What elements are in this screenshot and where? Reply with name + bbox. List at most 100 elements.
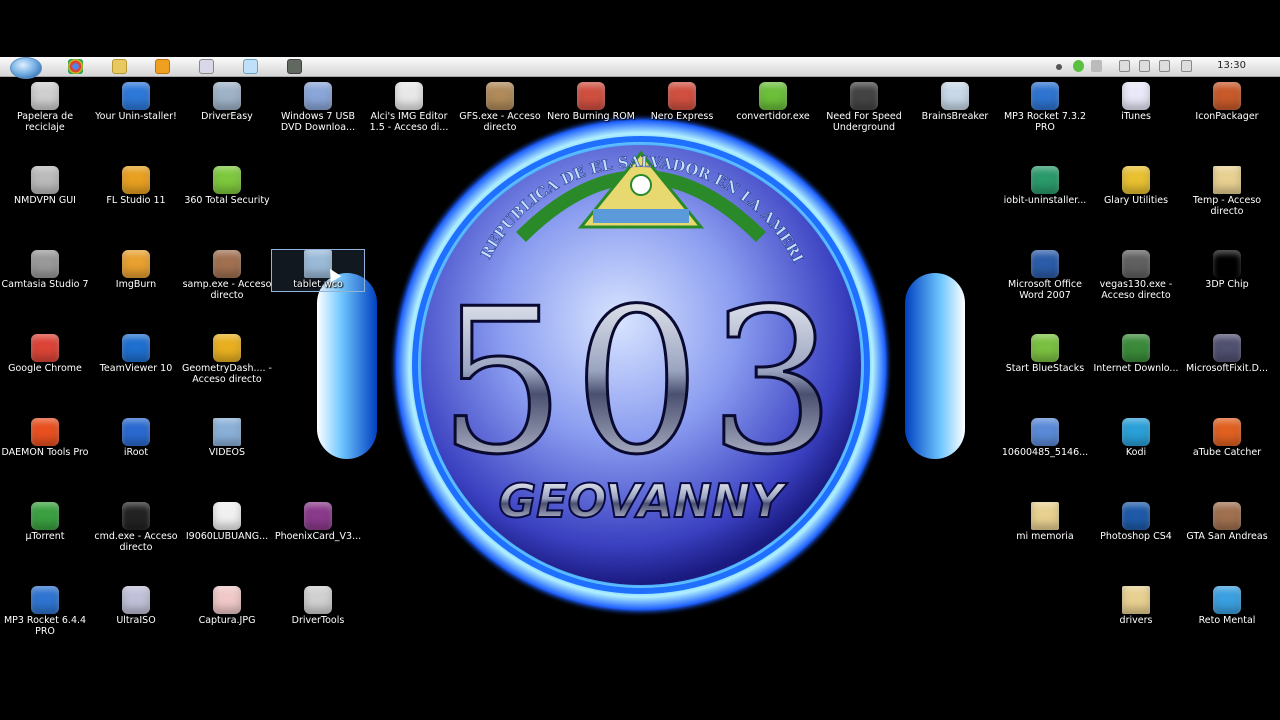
jpg-file-icon bbox=[213, 586, 241, 614]
media-icon[interactable] bbox=[155, 59, 170, 74]
desktop-shortcut-label: Internet Downlo... bbox=[1093, 363, 1179, 374]
temp-folder-icon bbox=[1213, 166, 1241, 194]
network-tool-icon[interactable] bbox=[287, 59, 302, 74]
videos-folder-icon bbox=[213, 418, 241, 446]
desktop-shortcut-label: Your Unin-staller! bbox=[95, 111, 177, 122]
iroot-icon bbox=[122, 418, 150, 446]
desktop-shortcut-label: Microsoft Office Word 2007 bbox=[1008, 279, 1082, 301]
desktop-shortcut[interactable]: µTorrent bbox=[0, 502, 91, 543]
desktop-shortcut[interactable]: vegas130.exe - Acceso directo bbox=[1090, 250, 1182, 301]
teamviewer-icon bbox=[122, 334, 150, 362]
security-icon bbox=[213, 166, 241, 194]
desktop-shortcut[interactable]: DriverTools bbox=[272, 586, 364, 627]
desktop-shortcut[interactable]: BrainsBreaker bbox=[909, 82, 1001, 123]
desktop-shortcut-label: Photoshop CS4 bbox=[1100, 531, 1172, 542]
desktop-shortcut[interactable]: cmd.exe - Acceso directo bbox=[90, 502, 182, 553]
recycle-bin-icon bbox=[31, 82, 59, 110]
tray-expand-icon[interactable] bbox=[1056, 64, 1062, 70]
tray-doc-icon[interactable] bbox=[1139, 60, 1150, 72]
desktop-shortcut[interactable]: Microsoft Office Word 2007 bbox=[999, 250, 1091, 301]
notepad-icon[interactable] bbox=[199, 59, 214, 74]
camtasia-icon bbox=[31, 250, 59, 278]
desktop-shortcut[interactable]: FL Studio 11 bbox=[90, 166, 182, 207]
imgburn-icon bbox=[122, 250, 150, 278]
desktop-shortcut[interactable]: Papelera de reciclaje bbox=[0, 82, 91, 133]
desktop-shortcut[interactable]: ImgBurn bbox=[90, 250, 182, 291]
desktop-shortcut[interactable]: aTube Catcher bbox=[1181, 418, 1273, 459]
volume-icon[interactable] bbox=[1091, 60, 1102, 72]
desktop-shortcut-label: Windows 7 USB DVD Downloa... bbox=[280, 111, 356, 133]
desktop-shortcut[interactable]: I9060LUBUANG... bbox=[181, 502, 273, 543]
desktop-shortcut[interactable]: Camtasia Studio 7 bbox=[0, 250, 91, 291]
desktop-shortcut[interactable]: drivers bbox=[1090, 586, 1182, 627]
desktop-shortcut[interactable]: Reto Mental bbox=[1181, 586, 1273, 627]
desktop-shortcut[interactable]: tablet wco bbox=[271, 249, 365, 292]
desktop-shortcut-label: Kodi bbox=[1125, 447, 1147, 458]
desktop-shortcut[interactable]: UltraISO bbox=[90, 586, 182, 627]
desktop-shortcut[interactable]: Kodi bbox=[1090, 418, 1182, 459]
desktop-shortcut[interactable]: DriverEasy bbox=[181, 82, 273, 123]
desktop-shortcut[interactable]: iobit-uninstaller... bbox=[999, 166, 1091, 207]
tray-network-icon[interactable] bbox=[1181, 60, 1192, 72]
desktop-shortcut[interactable]: GeometryDash.... - Acceso directo bbox=[181, 334, 273, 385]
desktop-shortcut[interactable]: mi memoria bbox=[999, 502, 1091, 543]
tray-update-icon[interactable] bbox=[1073, 60, 1084, 72]
desktop-shortcut[interactable]: NMDVPN GUI bbox=[0, 166, 91, 207]
desktop-shortcut[interactable]: GFS.exe - Acceso directo bbox=[454, 82, 546, 133]
desktop-shortcut[interactable]: VIDEOS bbox=[181, 418, 273, 459]
desktop-shortcut[interactable]: Temp - Acceso directo bbox=[1181, 166, 1273, 217]
desktop-shortcut[interactable]: Windows 7 USB DVD Downloa... bbox=[272, 82, 364, 133]
desktop-shortcut[interactable]: samp.exe - Acceso directo bbox=[181, 250, 273, 301]
desktop-shortcut[interactable]: PhoenixCard_V3... bbox=[272, 502, 364, 543]
desktop-shortcut[interactable]: Alci's IMG Editor 1.5 - Acceso di... bbox=[363, 82, 455, 133]
word-icon bbox=[1031, 250, 1059, 278]
img-editor-icon bbox=[395, 82, 423, 110]
desktop-shortcut-label: aTube Catcher bbox=[1192, 447, 1262, 458]
desktop-shortcut[interactable]: 3DP Chip bbox=[1181, 250, 1273, 291]
desktop-shortcut[interactable]: TeamViewer 10 bbox=[90, 334, 182, 375]
desktop-shortcut-label: iobit-uninstaller... bbox=[1003, 195, 1087, 206]
desktop-shortcut[interactable]: iTunes bbox=[1090, 82, 1182, 123]
desktop-shortcut[interactable]: DAEMON Tools Pro bbox=[0, 418, 91, 459]
desktop-shortcut[interactable]: Nero Burning ROM bbox=[545, 82, 637, 123]
desktop-shortcut[interactable]: MP3 Rocket 6.4.4 PRO bbox=[0, 586, 91, 637]
desktop-shortcut-label: VIDEOS bbox=[208, 447, 246, 458]
desktop-shortcut-label: cmd.exe - Acceso directo bbox=[94, 531, 178, 553]
desktop-shortcut[interactable]: Glary Utilities bbox=[1090, 166, 1182, 207]
bluestacks-icon bbox=[1031, 334, 1059, 362]
tray-window-icon[interactable] bbox=[1119, 60, 1130, 72]
desktop-shortcut[interactable]: Nero Express bbox=[636, 82, 728, 123]
desktop-shortcut[interactable]: convertidor.exe bbox=[727, 82, 819, 123]
desktop-shortcut[interactable]: Need For Speed Underground bbox=[818, 82, 910, 133]
desktop-shortcut[interactable]: IconPackager bbox=[1181, 82, 1273, 123]
wallpaper-art: REPUBLICA DE EL SALVADOR EN LA AMERICA C… bbox=[281, 77, 965, 617]
desktop-shortcut-label: BrainsBreaker bbox=[921, 111, 989, 122]
desktop-shortcut-label: Reto Mental bbox=[1198, 615, 1256, 626]
rocket-icon bbox=[1031, 82, 1059, 110]
desktop-shortcut[interactable]: iRoot bbox=[90, 418, 182, 459]
tray-copy-icon[interactable] bbox=[1159, 60, 1170, 72]
desktop-shortcut-label: iTunes bbox=[1121, 111, 1151, 122]
start-orb-icon[interactable] bbox=[10, 57, 42, 79]
left-speaker-lobe bbox=[317, 273, 377, 459]
desktop-shortcut[interactable]: Start BlueStacks bbox=[999, 334, 1091, 375]
folder-icon[interactable] bbox=[243, 59, 258, 74]
desktop-shortcut[interactable]: Internet Downlo... bbox=[1090, 334, 1182, 375]
desktop-shortcut[interactable]: Your Unin-staller! bbox=[90, 82, 182, 123]
desktop-shortcut[interactable]: MicrosoftFixit.D... bbox=[1181, 334, 1273, 375]
clock[interactable]: 13:30 bbox=[1217, 60, 1246, 71]
explorer-icon[interactable] bbox=[112, 59, 127, 74]
desktop-shortcut[interactable]: Google Chrome bbox=[0, 334, 91, 375]
desktop-shortcut-label: Captura.JPG bbox=[198, 615, 256, 626]
desktop-shortcut-label: vegas130.exe - Acceso directo bbox=[1099, 279, 1173, 301]
desktop-shortcut[interactable]: Captura.JPG bbox=[181, 586, 273, 627]
vpn-icon bbox=[31, 166, 59, 194]
chrome-icon[interactable] bbox=[68, 59, 83, 74]
geometrydash-icon bbox=[213, 334, 241, 362]
desktop-shortcut-label: convertidor.exe bbox=[736, 111, 810, 122]
desktop-shortcut[interactable]: Photoshop CS4 bbox=[1090, 502, 1182, 543]
desktop-shortcut[interactable]: 360 Total Security bbox=[181, 166, 273, 207]
desktop-shortcut[interactable]: GTA San Andreas bbox=[1181, 502, 1273, 543]
desktop-shortcut[interactable]: MP3 Rocket 7.3.2 PRO bbox=[999, 82, 1091, 133]
desktop-shortcut[interactable]: 10600485_5146... bbox=[999, 418, 1091, 459]
